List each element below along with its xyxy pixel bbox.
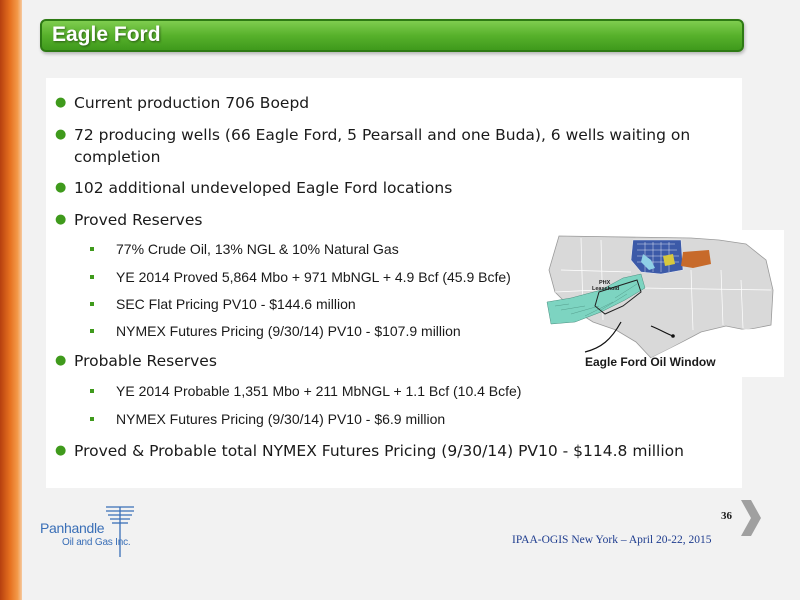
bullet-undeveloped-locations: ● 102 additional undeveloped Eagle Ford …: [55, 179, 453, 197]
square-bullet-icon: [90, 417, 94, 421]
sub-bullet: NYMEX Futures Pricing (9/30/14) PV10 - $…: [90, 410, 636, 428]
map-caption: Eagle Ford Oil Window: [585, 355, 716, 369]
square-bullet-icon: [90, 247, 94, 251]
bullet-proved-reserves: ● Proved Reserves: [55, 211, 203, 229]
next-chevron-icon[interactable]: [739, 498, 763, 538]
left-accent-strip: [0, 0, 22, 600]
bullet-producing-wells: ● 72 producing wells (66 Eagle Ford, 5 P…: [55, 126, 691, 166]
square-bullet-icon: [90, 329, 94, 333]
panhandle-logo: Panhandle Oil and Gas Inc.: [40, 503, 136, 557]
page-number: 36: [721, 510, 732, 522]
bullet-total-pricing: ● Proved & Probable total NYMEX Futures …: [55, 442, 684, 460]
bullet-dot-icon: ●: [55, 353, 67, 368]
bullet-dot-icon: ●: [55, 127, 67, 142]
logo-subtitle: Oil and Gas Inc.: [62, 537, 131, 548]
square-bullet-icon: [90, 302, 94, 306]
slide-title-bar: Eagle Ford: [40, 19, 744, 52]
bullet-current-production: ● Current production 706 Boepd: [55, 94, 310, 112]
sub-bullet: YE 2014 Probable 1,351 Mbo + 211 MbNGL +…: [90, 382, 636, 400]
square-bullet-icon: [90, 275, 94, 279]
square-bullet-icon: [90, 389, 94, 393]
bullet-dot-icon: ●: [55, 212, 67, 227]
bullet-dot-icon: ●: [55, 180, 67, 195]
footer-text: IPAA-OGIS New York – April 20-22, 2015: [512, 534, 712, 546]
logo-wordmark: Panhandle: [40, 520, 105, 536]
bullet-dot-icon: ●: [55, 95, 67, 110]
bullet-dot-icon: ●: [55, 443, 67, 458]
slide-title: Eagle Ford: [52, 23, 161, 46]
map-label-leasehold: Leasehold: [592, 286, 619, 292]
